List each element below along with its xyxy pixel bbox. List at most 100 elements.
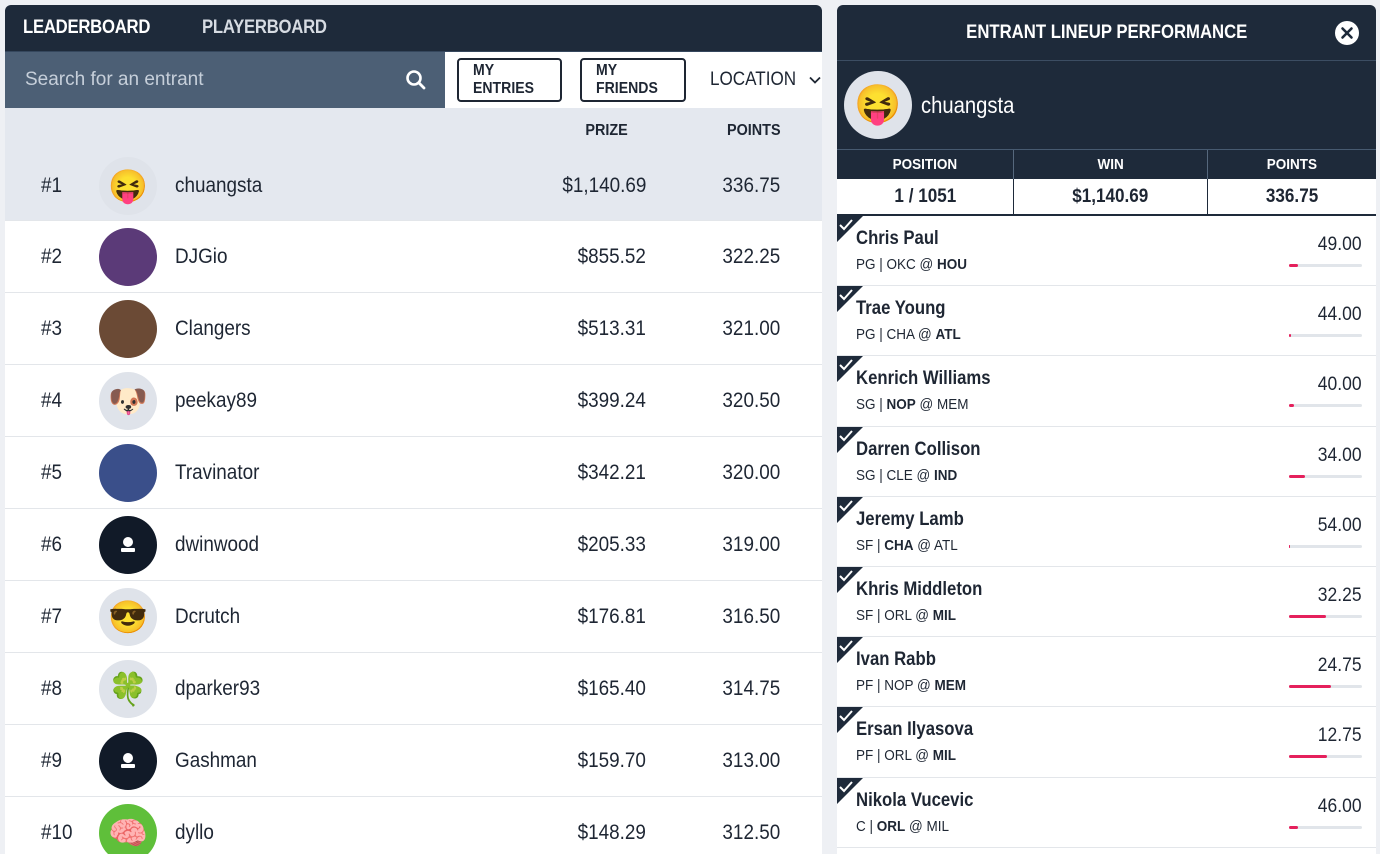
position-header: POSITION bbox=[837, 150, 1014, 179]
table-row[interactable]: #9 Gashman $159.70 313.00 bbox=[5, 725, 822, 797]
stats-headers: POSITION WIN POINTS bbox=[837, 149, 1376, 179]
list-item[interactable]: Khris Middleton SF | ORL @ MIL 32.25 bbox=[837, 566, 1376, 638]
player-info: PG | OKC @ HOU bbox=[856, 256, 968, 273]
username[interactable]: Gashman bbox=[175, 725, 266, 797]
table-row[interactable]: #10 🧠 dyllo $148.29 312.50 bbox=[5, 797, 822, 854]
rank: #7 bbox=[41, 605, 63, 628]
points: 312.50 bbox=[722, 821, 780, 844]
username[interactable]: Travinator bbox=[175, 437, 269, 509]
username[interactable]: chuangsta bbox=[175, 150, 272, 222]
rank: #4 bbox=[41, 389, 63, 412]
table-row[interactable]: #3 Clangers $513.31 321.00 bbox=[5, 293, 822, 365]
list-item[interactable]: Trae Young PG | CHA @ ATL 44.00 bbox=[837, 286, 1376, 357]
table-row[interactable]: #2 DJGio $855.52 322.25 bbox=[5, 221, 822, 293]
leaderboard-panel: LEADERBOARD PLAYERBOARD MY ENTRIES MY FR… bbox=[5, 5, 822, 854]
points: 319.00 bbox=[722, 533, 780, 556]
player-info: SF | CHA @ ATL bbox=[856, 536, 958, 554]
my-friends-button[interactable]: MY FRIENDS bbox=[580, 58, 687, 102]
list-item[interactable]: Ivan Rabb PF | NOP @ MEM 24.75 bbox=[837, 637, 1376, 708]
player-name: Ersan Ilyasova bbox=[856, 719, 974, 741]
lineup-list: Chris Paul PG | OKC @ HOU 49.00 Trae Young P… bbox=[837, 216, 1376, 848]
win-value: $1,140.69 bbox=[1014, 179, 1208, 214]
table-row[interactable]: #6 dwinwood $205.33 319.00 bbox=[5, 509, 822, 581]
player-score: 54.00 bbox=[1318, 514, 1362, 536]
location-dropdown[interactable]: LOCATION bbox=[710, 69, 822, 91]
prize: $159.70 bbox=[577, 749, 646, 772]
prize-header: PRIZE bbox=[585, 122, 628, 139]
default-user-icon bbox=[121, 753, 135, 768]
username[interactable]: Clangers bbox=[175, 293, 259, 365]
prize: $855.52 bbox=[577, 245, 646, 268]
player-name: Chris Paul bbox=[856, 228, 939, 249]
tab-bar: LEADERBOARD PLAYERBOARD bbox=[5, 5, 822, 51]
ownership-bar bbox=[1289, 544, 1362, 548]
ownership-bar-fill bbox=[1289, 474, 1306, 478]
ownership-bar bbox=[1289, 685, 1362, 689]
rank: #1 bbox=[41, 174, 63, 197]
player-info: SG | CLE @ IND bbox=[856, 466, 958, 484]
list-item[interactable]: Nikola Vucevic C | ORL @ MIL 46.00 bbox=[837, 777, 1376, 848]
rank: #6 bbox=[41, 533, 63, 556]
entrant-lineup-panel: ENTRANT LINEUP PERFORMANCE 😝 chuangsta P… bbox=[837, 5, 1376, 854]
avatar bbox=[99, 228, 157, 286]
avatar: 🐶 bbox=[99, 372, 157, 430]
username[interactable]: dparker93 bbox=[175, 653, 270, 725]
prize: $1,140.69 bbox=[561, 174, 646, 197]
avatar bbox=[99, 444, 157, 502]
rank: #5 bbox=[41, 461, 63, 484]
player-score: 40.00 bbox=[1318, 374, 1362, 396]
avatar: 🧠 bbox=[99, 804, 157, 854]
table-row[interactable]: #8 🍀 dparker93 $165.40 314.75 bbox=[5, 653, 822, 725]
list-item[interactable]: Chris Paul PG | OKC @ HOU 49.00 bbox=[837, 216, 1376, 287]
rank: #2 bbox=[41, 245, 63, 268]
username[interactable]: Dcrutch bbox=[175, 581, 247, 653]
table-row[interactable]: #1 😝 chuangsta $1,140.69 336.75 bbox=[5, 150, 822, 221]
search-box bbox=[5, 51, 445, 109]
ownership-bar-fill bbox=[1289, 825, 1298, 829]
player-name: Khris Middleton bbox=[856, 578, 983, 600]
player-score: 34.00 bbox=[1318, 444, 1362, 466]
player-score: 46.00 bbox=[1318, 795, 1362, 817]
search-icon[interactable] bbox=[405, 69, 427, 91]
filter-bar: MY ENTRIES MY FRIENDS LOCATION bbox=[5, 51, 822, 109]
player-info: PF | ORL @ MIL bbox=[856, 747, 956, 765]
rank: #3 bbox=[41, 317, 63, 340]
avatar: 😎 bbox=[99, 588, 157, 646]
player-info: C | ORL @ MIL bbox=[856, 817, 949, 835]
username[interactable]: peekay89 bbox=[175, 365, 266, 437]
close-icon[interactable] bbox=[1335, 21, 1359, 45]
player-name: Trae Young bbox=[856, 298, 946, 320]
tab-leaderboard[interactable]: LEADERBOARD bbox=[23, 17, 150, 39]
panel-user: 😝 chuangsta bbox=[837, 61, 1376, 149]
player-info: SF | ORL @ MIL bbox=[856, 606, 956, 624]
points-header: POINTS bbox=[1266, 156, 1318, 173]
username[interactable]: DJGio bbox=[175, 221, 233, 293]
table-row[interactable]: #4 🐶 peekay89 $399.24 320.50 bbox=[5, 365, 822, 437]
search-input[interactable] bbox=[25, 69, 405, 91]
ownership-bar bbox=[1289, 264, 1362, 267]
tab-playerboard[interactable]: PLAYERBOARD bbox=[202, 17, 327, 39]
ownership-bar-fill bbox=[1289, 755, 1327, 759]
username[interactable]: dwinwood bbox=[175, 509, 268, 581]
points: 313.00 bbox=[722, 749, 780, 772]
points: 316.50 bbox=[722, 605, 780, 628]
list-item[interactable]: Darren Collison SG | CLE @ IND 34.00 bbox=[837, 426, 1376, 497]
list-item[interactable]: Jeremy Lamb SF | CHA @ ATL 54.00 bbox=[837, 496, 1376, 567]
player-info: SG | NOP @ MEM bbox=[856, 396, 969, 414]
list-item[interactable]: Ersan Ilyasova PF | ORL @ MIL 12.75 bbox=[837, 707, 1376, 778]
player-score: 32.25 bbox=[1318, 584, 1362, 606]
points-header: POINTS bbox=[726, 122, 781, 139]
my-entries-button[interactable]: MY ENTRIES bbox=[457, 58, 563, 102]
list-item[interactable]: Kenrich Williams SG | NOP @ MEM 40.00 bbox=[837, 356, 1376, 427]
leaderboard-list: #1 😝 chuangsta $1,140.69 336.75 #2 DJGio $855.5… bbox=[5, 150, 822, 854]
table-row[interactable]: #7 😎 Dcrutch $176.81 316.50 bbox=[5, 581, 822, 653]
player-name: Darren Collison bbox=[856, 438, 981, 460]
chevron-down-icon bbox=[809, 76, 821, 84]
avatar: 😝 bbox=[844, 71, 912, 139]
avatar: 🍀 bbox=[99, 660, 157, 718]
username[interactable]: dyllo bbox=[175, 797, 218, 854]
table-row[interactable]: #5 Travinator $342.21 320.00 bbox=[5, 437, 822, 509]
ownership-bar-fill bbox=[1289, 685, 1332, 689]
prize: $513.31 bbox=[577, 317, 646, 340]
ownership-bar bbox=[1289, 404, 1362, 408]
